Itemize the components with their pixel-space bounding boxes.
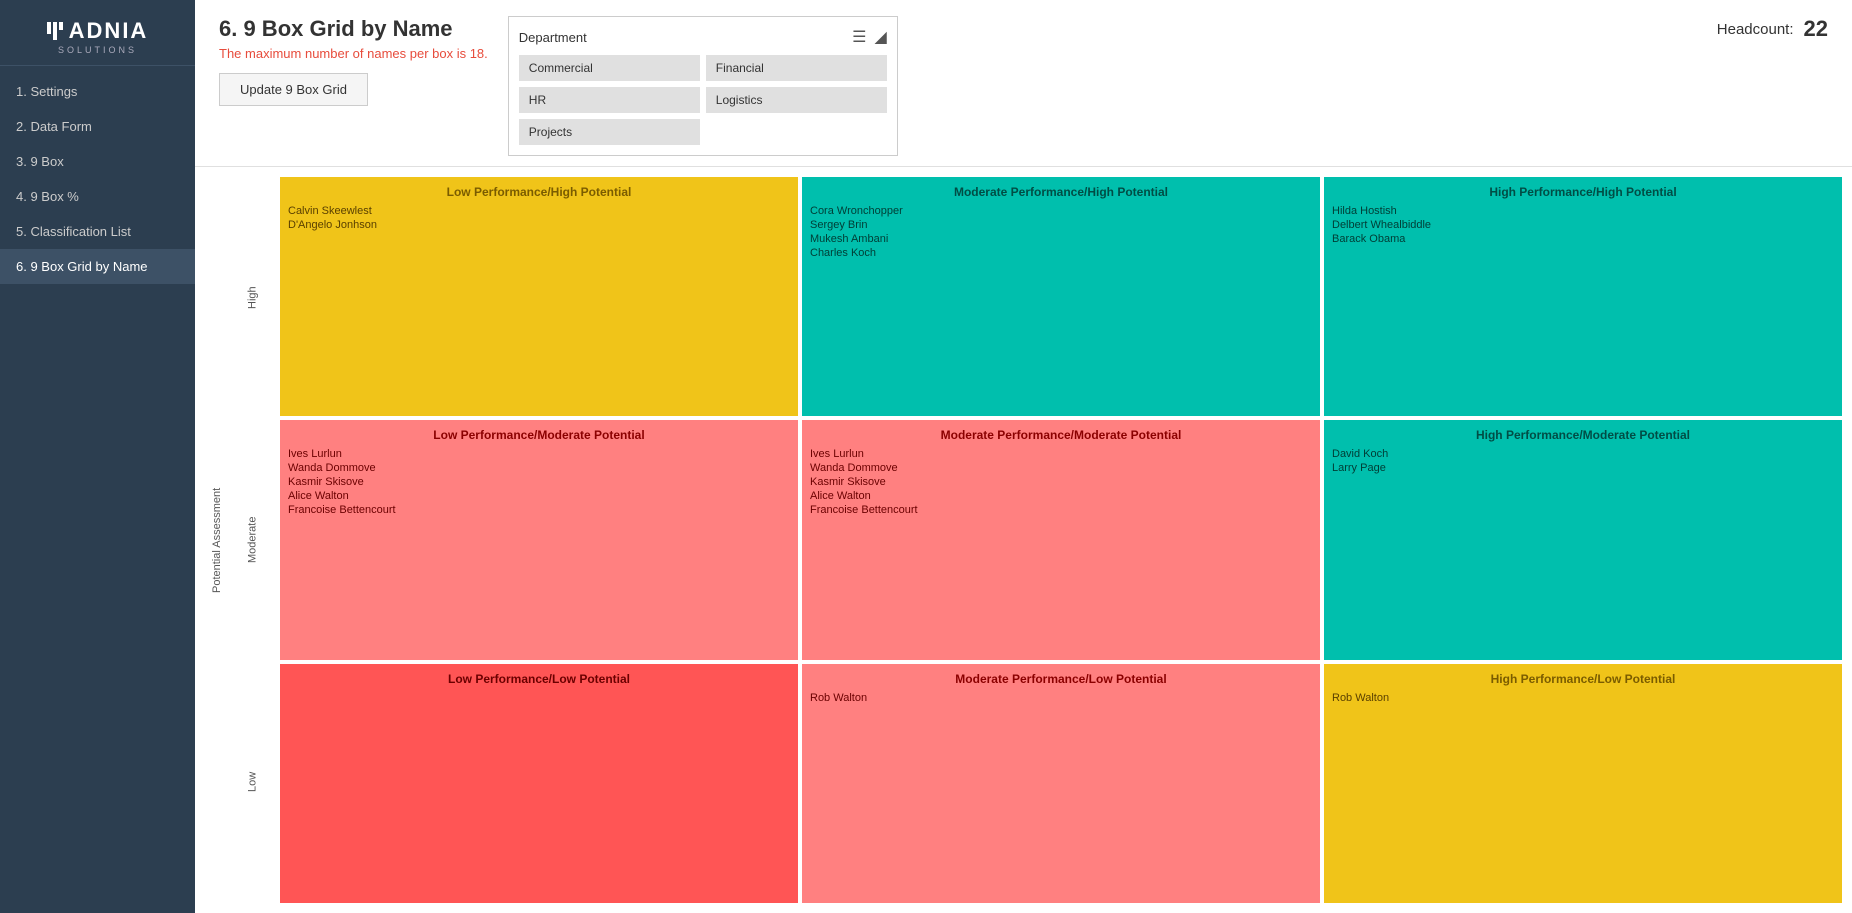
box-title-mod-perf-low-pot: Moderate Performance/Low Potential [810,672,1312,686]
sidebar-nav: 1. Settings2. Data Form3. 9 Box4. 9 Box … [0,66,195,284]
box-names-low-perf-mod-pot: Ives Lurlun Wanda Dommove Kasmir Skisove Al… [288,448,790,516]
dept-option-financial[interactable]: Financial [706,55,887,81]
dept-option-commercial[interactable]: Commercial [519,55,700,81]
sidebar: ADNIA SOLUTIONS 1. Settings2. Data Form3… [0,0,195,913]
box-high-perf-mod-pot: High Performance/Moderate Potential David… [1324,420,1842,659]
box-low-perf-mod-pot: Low Performance/Moderate Potential Ives L… [280,420,798,659]
box-person-name: Wanda Dommove [810,462,1312,474]
box-person-name: Francoise Bettencourt [288,504,790,516]
box-person-name: Ives Lurlun [288,448,790,460]
box-title-high-perf-mod-pot: High Performance/Moderate Potential [1332,428,1834,442]
box-person-name: D'Angelo Jonhson [288,219,790,231]
logo-mark: ADNIA [47,18,149,44]
row-label-low: Low [225,661,280,903]
box-mod-perf-mod-pot: Moderate Performance/Moderate Potential I… [802,420,1320,659]
logo-icon [47,22,63,40]
department-filter: Department ☰ ◢ CommercialFinancialHRLogi… [508,16,898,156]
nine-box-grid: Low Performance/High Potential Calvin Ske… [280,177,1842,903]
box-person-name: Sergey Brin [810,219,1312,231]
box-person-name: Francoise Bettencourt [810,504,1312,516]
box-person-name: Barack Obama [1332,233,1834,245]
filter-funnel-icon[interactable]: ◢ [874,27,886,47]
box-title-mod-perf-high-pot: Moderate Performance/High Potential [810,185,1312,199]
filter-list-icon[interactable]: ☰ [852,27,866,47]
box-person-name: Cora Wronchopper [810,205,1312,217]
headcount-value: 22 [1804,16,1828,42]
box-person-name: Ives Lurlun [810,448,1312,460]
box-person-name: Larry Page [1332,462,1834,474]
box-person-name: Hilda Hostish [1332,205,1834,217]
row-labels: HighModerateLow [225,177,280,903]
box-names-high-perf-mod-pot: David Koch Larry Page [1332,448,1834,474]
sidebar-item-9box-name[interactable]: 6. 9 Box Grid by Name [0,249,195,284]
logo-sub: SOLUTIONS [58,45,137,55]
box-low-perf-low-pot: Low Performance/Low Potential [280,664,798,903]
sidebar-item-settings[interactable]: 1. Settings [0,74,195,109]
dept-option-projects[interactable]: Projects [519,119,700,145]
box-mod-perf-low-pot: Moderate Performance/Low Potential Rob Wa… [802,664,1320,903]
box-high-perf-high-pot: High Performance/High Potential Hilda Hos… [1324,177,1842,416]
page-title: 6. 9 Box Grid by Name [219,16,488,42]
box-title-high-perf-low-pot: High Performance/Low Potential [1332,672,1834,686]
box-names-mod-perf-mod-pot: Ives Lurlun Wanda Dommove Kasmir Skisove Al… [810,448,1312,516]
grid-container: Potential Assessment HighModerateLow Low… [195,167,1852,913]
logo-area: ADNIA SOLUTIONS [0,0,195,66]
box-names-mod-perf-high-pot: Cora Wronchopper Sergey Brin Mukesh Ambani… [810,205,1312,259]
box-person-name: Calvin Skeewlest [288,205,790,217]
row-label-moderate: Moderate [225,419,280,661]
box-person-name: Charles Koch [810,247,1312,259]
box-person-name: Kasmir Skisove [288,476,790,488]
headcount-label: Headcount: [1717,21,1794,38]
y-axis-label: Potential Assessment [205,177,225,903]
box-title-low-perf-mod-pot: Low Performance/Moderate Potential [288,428,790,442]
sidebar-item-data-form[interactable]: 2. Data Form [0,109,195,144]
box-high-perf-low-pot: High Performance/Low Potential Rob Walton [1324,664,1842,903]
dept-option-logistics[interactable]: Logistics [706,87,887,113]
logo-name: ADNIA [69,18,149,44]
box-person-name: Kasmir Skisove [810,476,1312,488]
box-person-name: Rob Walton [810,692,1312,704]
page-subtitle: The maximum number of names per box is 1… [219,46,488,61]
box-person-name: Alice Walton [288,490,790,502]
header: 6. 9 Box Grid by Name The maximum number… [195,0,1852,167]
box-person-name: Alice Walton [810,490,1312,502]
dept-options: CommercialFinancialHRLogisticsProjects [519,55,887,145]
box-names-high-perf-low-pot: Rob Walton [1332,692,1834,704]
box-low-perf-high-pot: Low Performance/High Potential Calvin Ske… [280,177,798,416]
header-left: 6. 9 Box Grid by Name The maximum number… [219,16,488,106]
box-person-name: Mukesh Ambani [810,233,1312,245]
box-names-mod-perf-low-pot: Rob Walton [810,692,1312,704]
box-person-name: Rob Walton [1332,692,1834,704]
headcount-area: Headcount: 22 [1717,16,1828,42]
box-title-high-perf-high-pot: High Performance/High Potential [1332,185,1834,199]
box-person-name: Delbert Whealbiddle [1332,219,1834,231]
box-names-high-perf-high-pot: Hilda Hostish Delbert Whealbiddle Barack O… [1332,205,1834,245]
dept-icons: ☰ ◢ [852,27,887,47]
sidebar-item-9box-pct[interactable]: 4. 9 Box % [0,179,195,214]
box-title-low-perf-high-pot: Low Performance/High Potential [288,185,790,199]
sidebar-item-9box[interactable]: 3. 9 Box [0,144,195,179]
sidebar-item-classification[interactable]: 5. Classification List [0,214,195,249]
row-labels-and-grid: HighModerateLow Low Performance/High Pot… [225,177,1842,903]
main-content: 6. 9 Box Grid by Name The maximum number… [195,0,1852,913]
box-person-name: David Koch [1332,448,1834,460]
dept-header: Department ☰ ◢ [519,27,887,47]
box-person-name: Wanda Dommove [288,462,790,474]
update-button[interactable]: Update 9 Box Grid [219,73,368,106]
row-label-high: High [225,177,280,419]
box-title-mod-perf-mod-pot: Moderate Performance/Moderate Potential [810,428,1312,442]
box-names-low-perf-high-pot: Calvin Skeewlest D'Angelo Jonhson [288,205,790,231]
dept-title: Department [519,30,587,45]
box-mod-perf-high-pot: Moderate Performance/High Potential Cora … [802,177,1320,416]
box-title-low-perf-low-pot: Low Performance/Low Potential [288,672,790,686]
dept-option-hr[interactable]: HR [519,87,700,113]
